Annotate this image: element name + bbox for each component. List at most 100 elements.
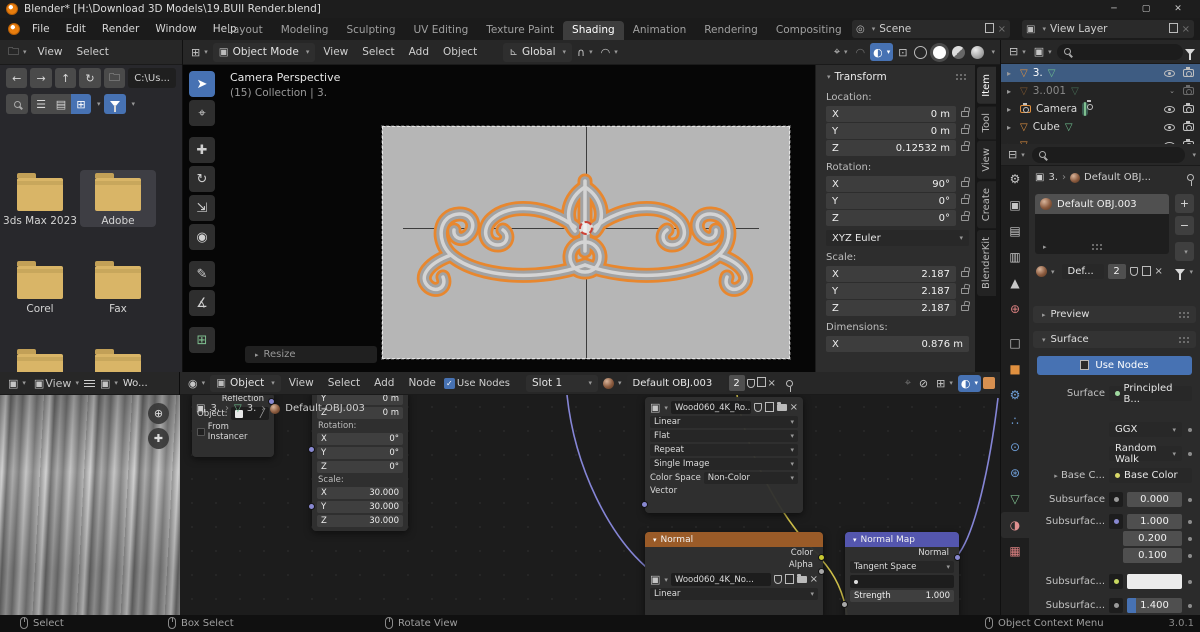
socket-icon[interactable] bbox=[1109, 514, 1123, 529]
distribution-dropdown[interactable]: GGX ▾ bbox=[1109, 422, 1182, 437]
breadcrumb-object[interactable]: 3. bbox=[1048, 172, 1058, 183]
snap-node-icon[interactable]: ⊘ bbox=[916, 377, 931, 390]
open-image-icon[interactable] bbox=[796, 574, 807, 583]
node-header[interactable]: ▾ Normal Map bbox=[845, 532, 959, 547]
hide-viewport-icon[interactable] bbox=[1164, 105, 1175, 113]
minimize-button[interactable]: ─ bbox=[1098, 0, 1130, 18]
node-image-texture-normal[interactable]: ▾ Normal Color Alpha ▣ ▾ Wood060_4K_No... … bbox=[645, 532, 825, 615]
outliner-filter-icon[interactable] bbox=[1185, 48, 1195, 60]
tab-uv-editing[interactable]: UV Editing bbox=[405, 21, 478, 40]
alpha-output-socket[interactable] bbox=[818, 568, 825, 575]
menus-collapsed-icon[interactable] bbox=[83, 379, 95, 387]
select-menu[interactable]: Select bbox=[322, 377, 366, 389]
view-menu[interactable]: View bbox=[283, 377, 320, 389]
outliner-row-selected[interactable]: ▸ ▽ 3. ▽ bbox=[1001, 64, 1200, 82]
unlink-scene-icon[interactable]: × bbox=[998, 24, 1006, 35]
sidebar-tab-blenderkit[interactable]: BlenderKit bbox=[977, 230, 996, 297]
fake-user-icon[interactable] bbox=[773, 575, 782, 584]
tool-cursor[interactable]: ⌖ bbox=[189, 100, 215, 126]
scale-x-field[interactable]: X 2.187 bbox=[826, 266, 956, 282]
strength-slider[interactable]: Strength 1.000 bbox=[850, 590, 954, 602]
subsurface-color-swatch[interactable] bbox=[1127, 574, 1182, 589]
hide-viewport-icon[interactable] bbox=[1164, 123, 1175, 131]
copy-material-icon[interactable] bbox=[1141, 265, 1151, 276]
keyframe-dot-icon[interactable] bbox=[1188, 553, 1192, 558]
tab-texture[interactable]: ▦ bbox=[1001, 538, 1029, 564]
disable-render-icon[interactable] bbox=[1183, 103, 1194, 113]
strength-input-socket[interactable] bbox=[841, 601, 848, 608]
tool-transform[interactable]: ◉ bbox=[189, 224, 215, 250]
back-icon[interactable]: ← bbox=[6, 68, 28, 88]
node-menu[interactable]: Node bbox=[402, 377, 441, 389]
projection-dropdown[interactable]: Flat ▾ bbox=[650, 430, 798, 442]
keyframe-dot-icon[interactable] bbox=[1188, 497, 1192, 502]
location-z-field[interactable]: Z 0.12532 m bbox=[826, 140, 956, 156]
tab-collection[interactable]: □ bbox=[1001, 330, 1029, 356]
interpolation-dropdown[interactable]: Linear ▾ bbox=[650, 588, 818, 600]
outliner-row[interactable]: ▸ Camera bbox=[1001, 100, 1200, 118]
tool-add-cube[interactable]: ⊞ bbox=[189, 327, 215, 353]
socket-icon[interactable] bbox=[1109, 598, 1123, 613]
location-x-field[interactable]: X0 m bbox=[826, 106, 956, 122]
new-view-layer-icon[interactable] bbox=[1168, 23, 1178, 33]
shading-options-chevron[interactable]: ▾ bbox=[991, 48, 995, 56]
unlink-image-icon[interactable]: × bbox=[790, 402, 798, 413]
tab-object[interactable]: ■ bbox=[1001, 356, 1029, 382]
material-name-field[interactable]: Def... bbox=[1061, 264, 1104, 279]
list-grip[interactable] bbox=[1091, 243, 1103, 251]
node-image-texture-roughness[interactable]: ▣ ▾ Wood060_4K_Ro... × Linear ▾ Flat ▾ Repe… bbox=[641, 397, 803, 513]
tab-sculpting[interactable]: Sculpting bbox=[337, 21, 404, 40]
shader-type-dropdown[interactable]: ▣ Object ▾ bbox=[210, 374, 281, 392]
scale-z-field[interactable]: Z 30.000 bbox=[317, 515, 403, 527]
editor-type-icon[interactable]: ⊞ ▾ bbox=[188, 46, 211, 59]
fake-user-icon[interactable] bbox=[753, 403, 762, 412]
expand-icon[interactable]: ▸ bbox=[1007, 69, 1015, 78]
texture-preview-image[interactable] bbox=[0, 395, 180, 615]
menu-render[interactable]: Render bbox=[94, 23, 147, 35]
panel-grip[interactable] bbox=[955, 73, 967, 81]
surface-shader-button[interactable]: Principled B... bbox=[1109, 383, 1192, 405]
outliner-row[interactable]: ▸ ▽ Cube ▽ bbox=[1001, 118, 1200, 136]
object-visibility-icon[interactable]: ⌖ ▾ bbox=[831, 45, 851, 59]
extension-dropdown[interactable]: Repeat ▾ bbox=[650, 444, 798, 456]
rotation-input-socket[interactable] bbox=[308, 446, 315, 453]
operator-panel-resize[interactable]: ▸ Resize bbox=[245, 346, 377, 363]
overlays-icon[interactable]: ◠ bbox=[853, 46, 869, 59]
detail-view-icon[interactable]: ▤ bbox=[51, 94, 71, 114]
expand-icon[interactable]: ▸ bbox=[1007, 123, 1015, 132]
lock-icon[interactable] bbox=[961, 288, 969, 294]
lock-icon[interactable] bbox=[961, 215, 969, 221]
tab-particles[interactable]: ∴ bbox=[1001, 408, 1029, 434]
file-view-menu[interactable]: View bbox=[32, 46, 69, 58]
rotation-z-field[interactable]: Z 0° bbox=[826, 210, 956, 226]
overlay-grid-icon[interactable]: ⊞ ▾ bbox=[933, 377, 956, 390]
browse-image-icon[interactable]: ▣ ▾ bbox=[650, 401, 668, 414]
disable-render-icon[interactable] bbox=[1183, 67, 1194, 77]
base-color-input-button[interactable]: Base Color bbox=[1109, 468, 1192, 483]
tab-world[interactable]: ⊕ bbox=[1001, 296, 1029, 322]
shading-rendered-icon[interactable] bbox=[971, 45, 985, 59]
surface-panel-header[interactable]: ▾ Surface bbox=[1033, 331, 1196, 348]
socket-icon[interactable] bbox=[1109, 492, 1123, 507]
add-slot-button[interactable]: + bbox=[1175, 194, 1194, 213]
slot-expand-icon[interactable]: ▸ bbox=[1043, 243, 1047, 251]
camera-frame[interactable] bbox=[381, 125, 791, 360]
lock-icon[interactable] bbox=[961, 181, 969, 187]
keyframe-dot-icon[interactable] bbox=[1188, 579, 1192, 584]
tab-material[interactable]: ◑ bbox=[1001, 512, 1029, 538]
open-image-icon[interactable] bbox=[776, 402, 787, 411]
tab-tool[interactable]: ⚙ bbox=[1001, 166, 1029, 192]
shader-preview-icon[interactable]: ◐ ▾ bbox=[957, 374, 981, 392]
sidebar-tab-tool[interactable]: Tool bbox=[977, 105, 996, 140]
space-dropdown[interactable]: Tangent Space ▾ bbox=[850, 561, 954, 573]
sss-radius-g-field[interactable]: 0.200 bbox=[1123, 531, 1182, 546]
menu-window[interactable]: Window bbox=[147, 23, 204, 35]
properties-search-input[interactable] bbox=[1031, 146, 1186, 163]
outliner-scene-icon[interactable]: ▣ ▾ bbox=[1031, 45, 1055, 58]
copy-material-icon[interactable] bbox=[756, 377, 766, 387]
sss-radius-r-field[interactable]: 1.000 bbox=[1127, 514, 1182, 529]
mode-dropdown[interactable]: ▣ Object Mode ▾ bbox=[212, 42, 316, 62]
view-menu[interactable]: View bbox=[317, 46, 354, 58]
transform-panel-header[interactable]: ▾ Transform bbox=[816, 65, 975, 87]
shading-wireframe-icon[interactable] bbox=[914, 45, 928, 59]
